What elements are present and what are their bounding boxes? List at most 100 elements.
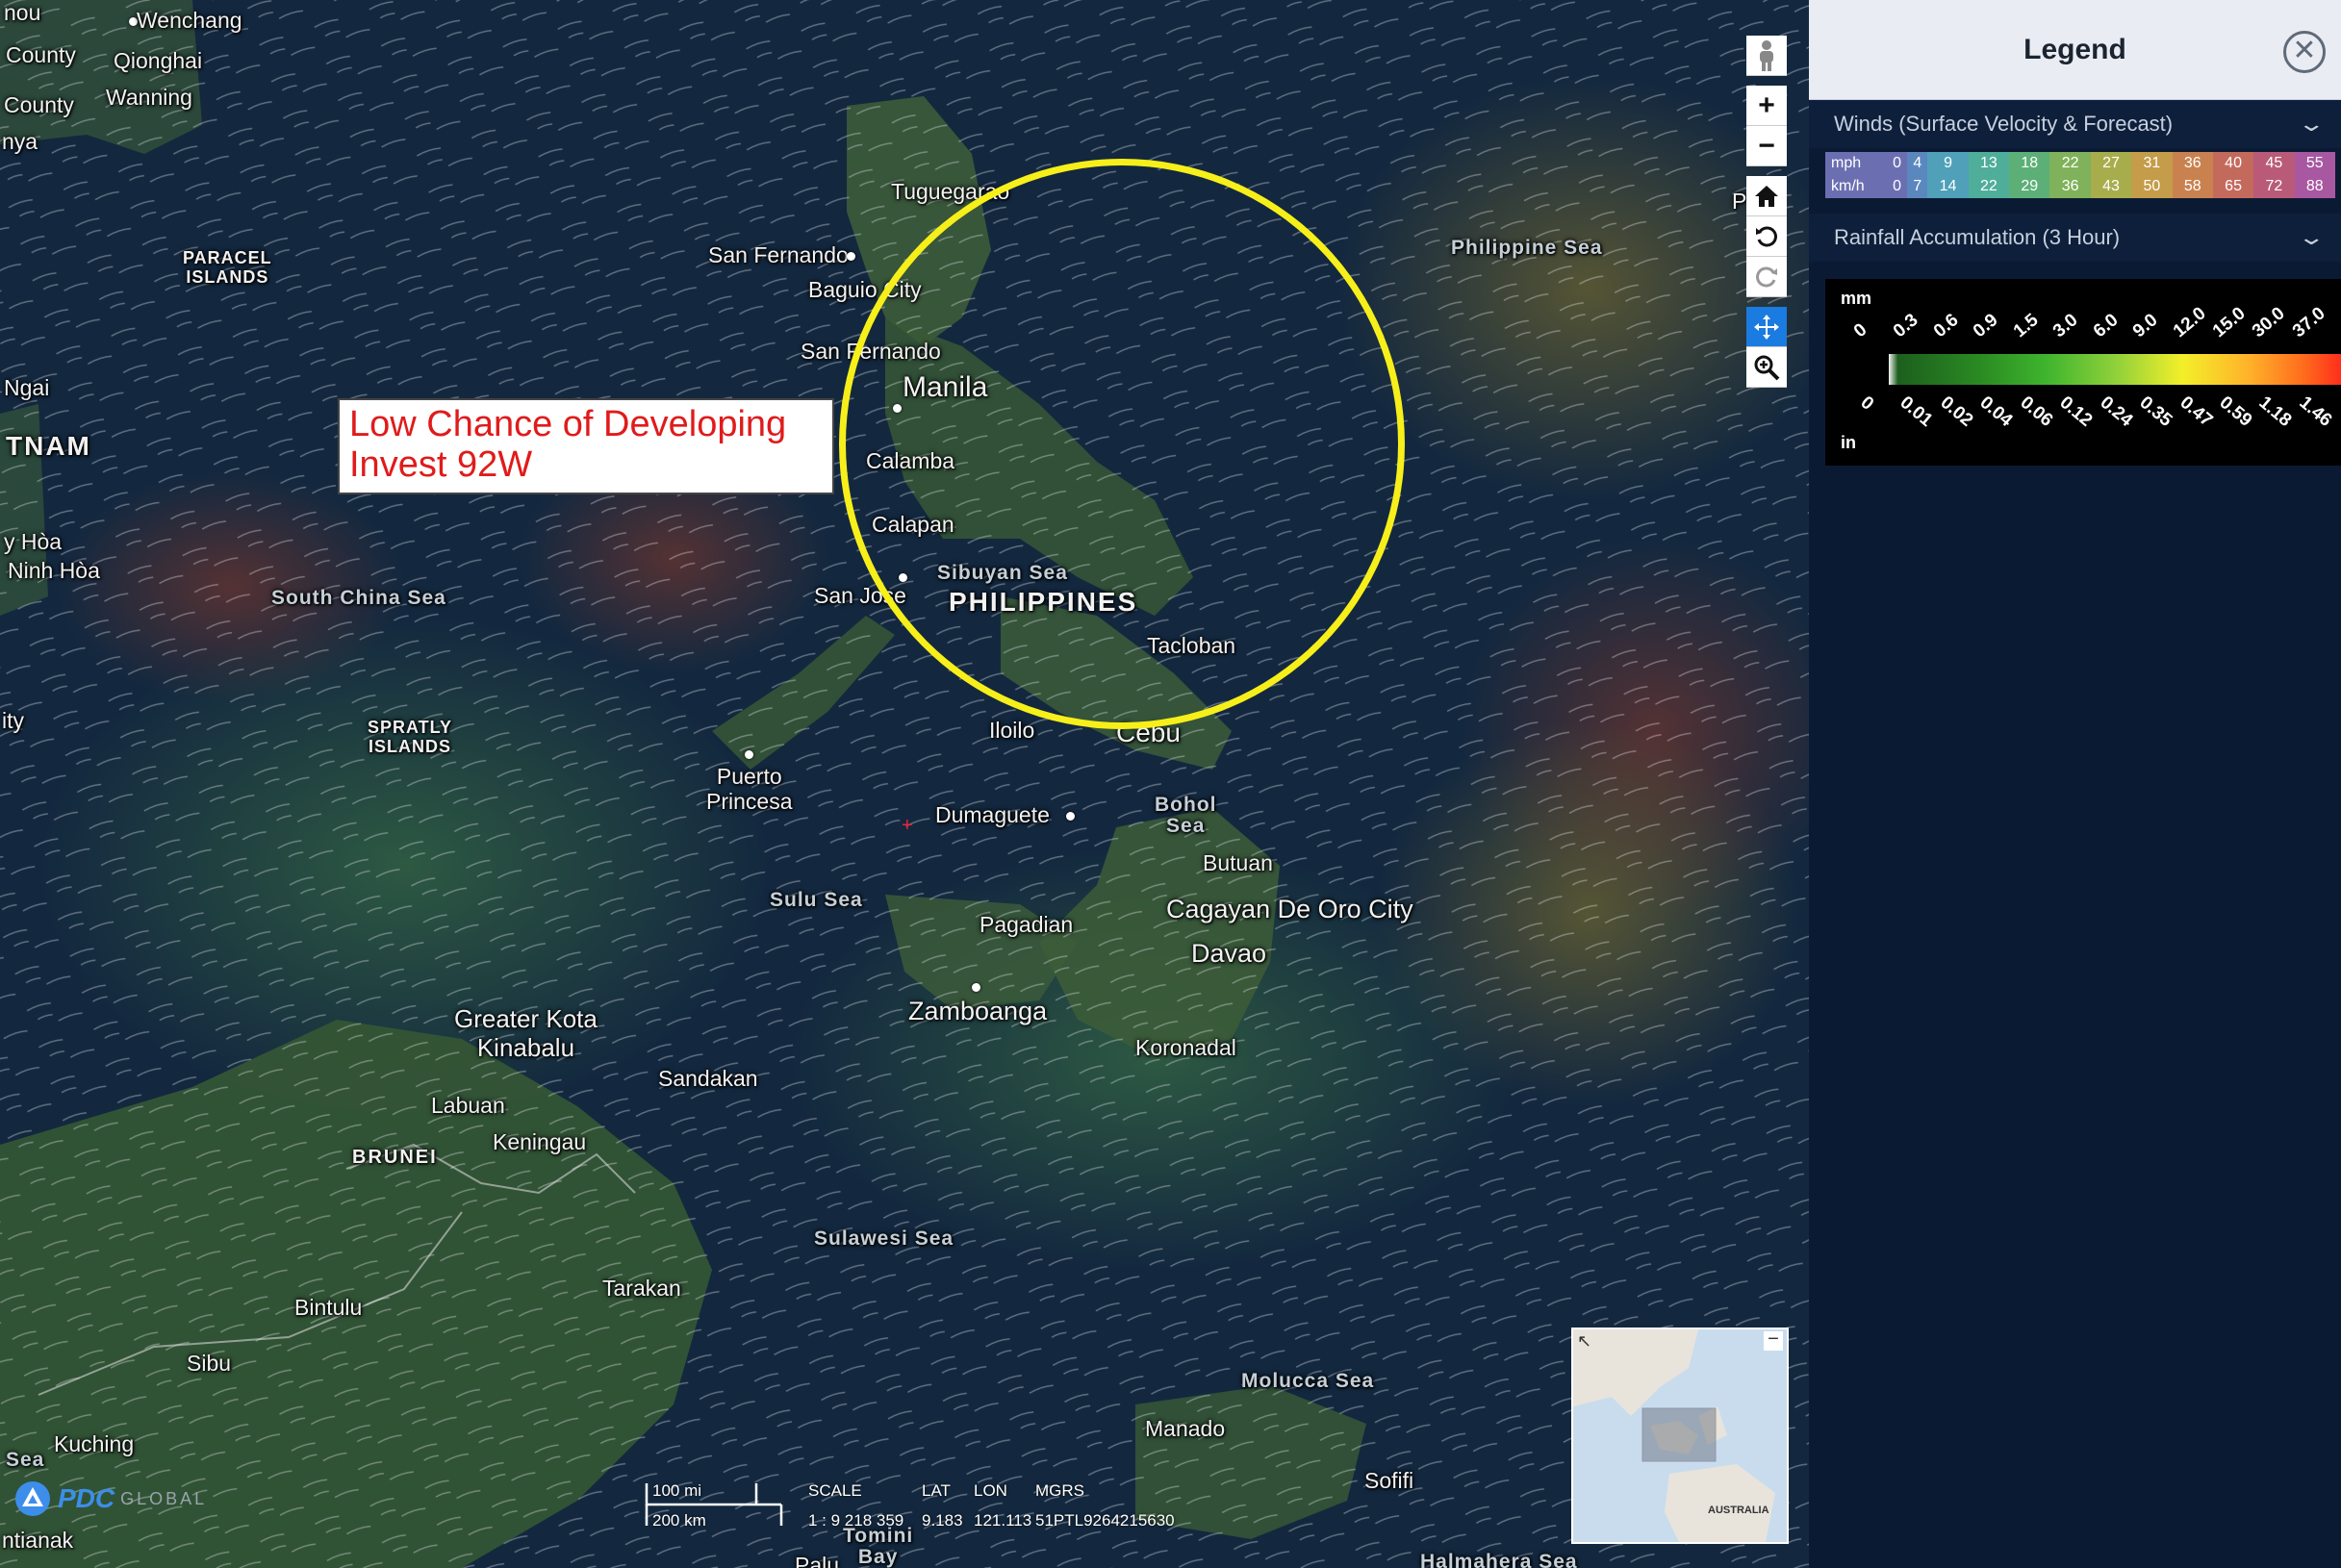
place-label: Tarakan <box>602 1276 681 1301</box>
sea-label: South China Sea <box>271 587 446 609</box>
zoom-out-button[interactable]: − <box>1746 126 1787 166</box>
rainfall-in-tick: 0 <box>1856 392 1878 415</box>
rainfall-in-tick: 0.47 <box>2176 392 2216 431</box>
rainfall-gradient <box>1889 354 2341 385</box>
invest-92w-callout[interactable]: Low Chance of Developing Invest 92W <box>338 398 834 494</box>
chevron-down-icon[interactable]: ⌄ <box>2297 225 2326 250</box>
rainfall-mm-tick: 0 <box>1849 319 1871 342</box>
winds-title: Winds (Surface Velocity & Forecast) <box>1834 112 2174 136</box>
map-basemap <box>0 0 1809 1568</box>
city-dot <box>745 750 753 759</box>
rainfall-section-header[interactable]: Rainfall Accumulation (3 Hour) ⌄ <box>1809 214 2341 262</box>
place-label: Qionghai <box>114 48 203 73</box>
close-icon[interactable]: ✕ <box>2283 31 2326 73</box>
rainfall-in-tick: 0.01 <box>1896 392 1937 431</box>
place-label: Sofifi <box>1364 1468 1414 1493</box>
scale-value: 1 : 9 218 359 <box>808 1511 904 1530</box>
rainfall-mm-tick: 37.0 <box>2288 303 2329 342</box>
in-label: in <box>1841 433 1856 452</box>
rainfall-in-tick: 0.59 <box>2215 392 2256 431</box>
rainfall-mm-tick: 15.0 <box>2208 303 2250 342</box>
rainfall-mm-tick: 6.0 <box>2089 310 2123 342</box>
place-label: SPRATLY ISLANDS <box>368 718 453 756</box>
place-label: County <box>6 42 76 67</box>
winds-section-header[interactable]: Winds (Surface Velocity & Forecast) ⌄ <box>1809 100 2341 148</box>
wind-mph-cell: 31 <box>2131 152 2173 175</box>
wind-kmh-cell: 7 <box>1907 175 1928 198</box>
wind-kmh-cell: 0 <box>1887 175 1908 198</box>
rainfall-mm-tick: 0.6 <box>1929 310 1963 342</box>
chevron-down-icon[interactable]: ⌄ <box>2297 112 2326 137</box>
wind-mph-cell: 4 <box>1907 152 1928 175</box>
mm-label: mm <box>1841 289 1872 308</box>
wind-mph-cell: 0 <box>1887 152 1908 175</box>
callout-line2: Invest 92W <box>349 444 533 485</box>
rotate-left-icon[interactable] <box>1746 216 1787 257</box>
wind-mph-cell: 18 <box>2009 152 2050 175</box>
place-label: ntianak <box>2 1528 74 1553</box>
place-label: PARACEL ISLANDS <box>183 248 272 287</box>
mph-label: mph <box>1825 152 1887 175</box>
rainfall-in-tick: 0.24 <box>2096 392 2137 431</box>
pan-icon[interactable] <box>1746 307 1787 347</box>
place-label: Greater Kota Kinabalu <box>454 1004 598 1062</box>
zoom-in-button[interactable]: + <box>1746 86 1787 126</box>
crosshair-icon: + <box>902 815 913 836</box>
home-icon[interactable] <box>1746 176 1787 216</box>
wind-mph-cell: 13 <box>1968 152 2010 175</box>
sea-label: Bohol Sea <box>1155 794 1217 837</box>
rainfall-in-tick: 0.04 <box>1975 392 2017 431</box>
place-label: Iloilo <box>989 718 1035 743</box>
place-label: Cagayan De Oro City <box>1166 895 1413 923</box>
legend-panel: Legend ✕ Winds (Surface Velocity & Forec… <box>1809 0 2341 1568</box>
wind-kmh-cell: 88 <box>2294 175 2335 198</box>
place-label: Manado <box>1145 1416 1226 1441</box>
place-label: Ngai <box>4 375 50 400</box>
rainfall-in-tick: 1.46 <box>2295 392 2336 431</box>
wind-mph-cell: 36 <box>2172 152 2213 175</box>
place-label: y Hòa <box>4 529 63 554</box>
rainfall-mm-tick: 9.0 <box>2128 310 2162 342</box>
place-label: County <box>4 92 74 117</box>
wind-scale: mph 0 4 9 13 18 22 27 31 36 40 45 55 km/h 0 7 14 22 29 3… <box>1825 152 2335 198</box>
wind-kmh-cell: 36 <box>2049 175 2091 198</box>
sea-label: Molucca Sea <box>1241 1370 1375 1392</box>
country-label: BRUNEI <box>352 1147 438 1168</box>
rainfall-mm-tick: 0.3 <box>1890 310 1923 342</box>
invest-92w-circle[interactable] <box>839 159 1405 729</box>
zoom-box-icon[interactable] <box>1746 347 1787 388</box>
sea-label: Sea <box>6 1449 45 1471</box>
wind-kmh-cell: 43 <box>2090 175 2132 198</box>
place-label: ity <box>2 708 24 733</box>
rainfall-scale: mm 0 0.3 0.6 0.9 1.5 3.0 6.0 9.0 12.0 15.0 30.0 37.… <box>1825 279 2341 466</box>
wind-kmh-cell: 29 <box>2009 175 2050 198</box>
rainfall-mm-tick: 30.0 <box>2249 303 2290 342</box>
wind-mph-cell: 40 <box>2212 152 2254 175</box>
place-label: Butuan <box>1203 850 1273 875</box>
place-label: Davao <box>1191 939 1267 968</box>
lat-label: LAT <box>922 1481 951 1500</box>
map-view[interactable]: nou Wenchang County Qionghai County Wann… <box>0 0 1809 1568</box>
collapse-overview-button[interactable]: − <box>1764 1329 1783 1351</box>
person-icon[interactable] <box>1746 36 1787 76</box>
expand-overview-icon[interactable]: ↖ <box>1577 1331 1591 1352</box>
country-label: TNAM <box>6 431 91 461</box>
rainfall-title: Rainfall Accumulation (3 Hour) <box>1834 225 2121 249</box>
sea-label: Philippine Sea <box>1451 237 1603 259</box>
overview-map[interactable]: ↖ − AUSTRALIA <box>1571 1328 1789 1544</box>
legend-header: Legend ✕ <box>1809 0 2341 100</box>
overview-label: AUSTRALIA <box>1708 1505 1769 1516</box>
scale-mi: 100 mi <box>652 1481 702 1500</box>
place-label: Zamboanga <box>908 997 1048 1025</box>
rainfall-mm-tick: 0.9 <box>1970 310 2002 342</box>
place-label: Wenchang <box>137 8 242 33</box>
city-dot <box>972 983 980 992</box>
sea-label: Sulawesi Sea <box>814 1227 954 1250</box>
place-label: Bintulu <box>294 1295 363 1320</box>
place-label: San Fernando <box>708 242 849 267</box>
rainfall-in-tick: 0.12 <box>2055 392 2097 431</box>
wind-kmh-cell: 50 <box>2131 175 2173 198</box>
rotate-right-icon[interactable] <box>1746 257 1787 297</box>
place-label: nou <box>4 0 41 25</box>
lon-label: LON <box>974 1481 1007 1500</box>
